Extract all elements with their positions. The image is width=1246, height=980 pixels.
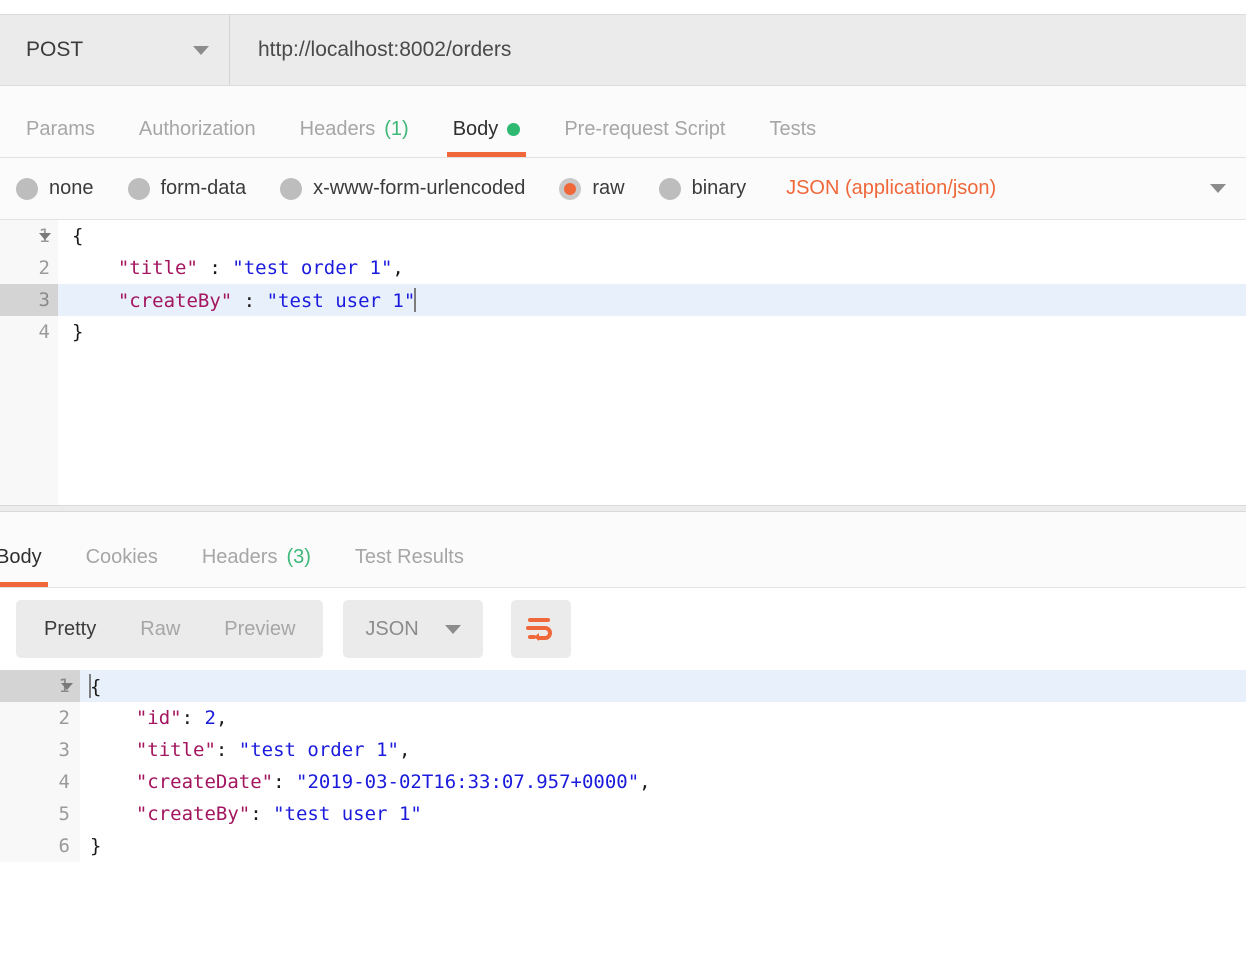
tab-label: Authorization [138,118,256,140]
fold-caret-icon[interactable] [60,670,74,702]
code-text: "createBy": "test user 1" [135,803,422,825]
code-line[interactable]: 3 "createBy" : "test user 1" [0,284,1246,316]
http-method-select[interactable]: POST [0,15,230,85]
editor-empty-area[interactable] [0,348,1246,505]
response-tab-cookies[interactable]: Cookies [64,546,180,587]
url-input[interactable]: http://localhost:8002/orders [230,15,1246,85]
tab-label: Cookies [85,546,158,568]
code-text: { [72,225,84,247]
body-type-binary[interactable]: binary [658,177,747,200]
request-tab-body[interactable]: Body [431,118,543,157]
chevron-down-icon[interactable] [1210,184,1226,193]
body-type-label: raw [592,177,625,199]
tab-label: Body [452,118,499,140]
code-line[interactable]: 1 { [0,220,1246,252]
radio-icon [280,177,303,200]
response-body-editor[interactable]: 1 { 2 "id": 2, 3 "title": "test order 1"… [0,670,1246,886]
body-type-x-www-form-urlencoded[interactable]: x-www-form-urlencoded [280,177,525,200]
panel-divider[interactable] [0,505,1246,512]
request-tab-headers[interactable]: Headers (1) [278,118,431,157]
response-format-label: JSON [365,617,419,640]
request-tab-bar: Params Authorization Headers (1) Body Pr… [0,86,1246,158]
code-line[interactable]: 1 { [0,670,1246,702]
code-line[interactable]: 3 "title": "test order 1", [0,734,1246,766]
tab-label: Headers [201,546,278,568]
body-type-row: none form-data x-www-form-urlencoded raw… [0,158,1246,220]
line-number: 4 [0,766,80,798]
radio-icon [658,177,681,200]
line-number: 1 [0,670,80,702]
tab-label: Body [0,546,42,568]
response-view-mode-group: Pretty Raw Preview [16,600,324,658]
tab-count: (3) [286,546,311,568]
response-tab-test-results[interactable]: Test Results [333,546,486,587]
radio-icon [16,177,38,200]
body-type-label: x-www-form-urlencoded [313,177,526,199]
code-line[interactable]: 2 "title" : "test order 1", [0,252,1246,284]
url-text: http://localhost:8002/orders [258,38,512,61]
chevron-down-icon [444,624,461,634]
body-type-label: form-data [160,177,247,199]
radio-icon [127,177,150,200]
code-line[interactable]: 6 } [0,830,1246,862]
gutter-filler [0,348,58,505]
code-text: "createDate": "2019-03-02T16:33:07.957+0… [135,771,651,793]
line-number: 1 [0,220,58,252]
code-line[interactable]: 4 "createDate": "2019-03-02T16:33:07.957… [0,766,1246,798]
code-text: "id": 2, [135,707,228,729]
request-tab-authorization[interactable]: Authorization [117,118,278,157]
body-type-label: none [49,177,94,199]
chevron-down-icon [193,45,209,55]
body-present-dot-icon [507,123,521,136]
code-text: "createBy" : "test user 1" [117,288,417,312]
tab-count: (1) [384,118,409,140]
word-wrap-button[interactable] [510,600,571,658]
view-mode-pretty[interactable]: Pretty [22,600,118,658]
code-line[interactable]: 4 } [0,316,1246,348]
code-line[interactable]: 2 "id": 2, [0,702,1246,734]
line-number: 4 [0,316,58,348]
view-mode-raw[interactable]: Raw [118,600,202,658]
code-text: "title" : "test order 1", [117,257,404,279]
body-type-none[interactable]: none [16,177,94,200]
line-number: 3 [0,284,58,316]
line-number: 2 [0,252,58,284]
body-type-form-data[interactable]: form-data [127,177,247,200]
request-tab-tests[interactable]: Tests [747,118,838,157]
request-tab-params[interactable]: Params [4,118,117,157]
tab-label: Headers [299,118,376,140]
tab-label: Test Results [354,546,464,568]
view-mode-preview[interactable]: Preview [202,600,317,658]
response-toolbar: Pretty Raw Preview JSON [0,588,1246,670]
word-wrap-icon [525,618,552,641]
code-line[interactable]: 5 "createBy": "test user 1" [0,798,1246,830]
response-tab-bar: Body Cookies Headers (3) Test Results [0,512,1246,588]
line-number: 3 [0,734,80,766]
line-number: 5 [0,798,80,830]
fold-caret-icon[interactable] [38,220,52,252]
tab-label: Pre-request Script [564,118,726,140]
request-tab-pre-request-script[interactable]: Pre-request Script [542,118,747,157]
response-tab-body[interactable]: Body [0,546,64,587]
code-text: "title": "test order 1", [135,739,411,761]
code-text: } [72,321,84,343]
radio-icon [559,177,582,200]
body-type-label: binary [691,177,747,199]
code-text: { [89,674,102,698]
line-number: 2 [0,702,80,734]
response-tab-headers[interactable]: Headers (3) [180,546,333,587]
tab-label: Params [26,118,95,140]
body-type-raw[interactable]: raw [559,177,625,200]
http-method-label: POST [26,38,84,61]
request-url-bar: POST http://localhost:8002/orders [0,14,1246,86]
response-format-select[interactable]: JSON [343,600,483,658]
code-text: } [90,835,102,857]
line-number: 6 [0,830,80,862]
tab-label: Tests [769,118,817,140]
content-type-select[interactable]: JSON (application/json) [786,177,996,200]
request-body-editor[interactable]: 1 { 2 "title" : "test order 1", 3 "creat… [0,220,1246,505]
